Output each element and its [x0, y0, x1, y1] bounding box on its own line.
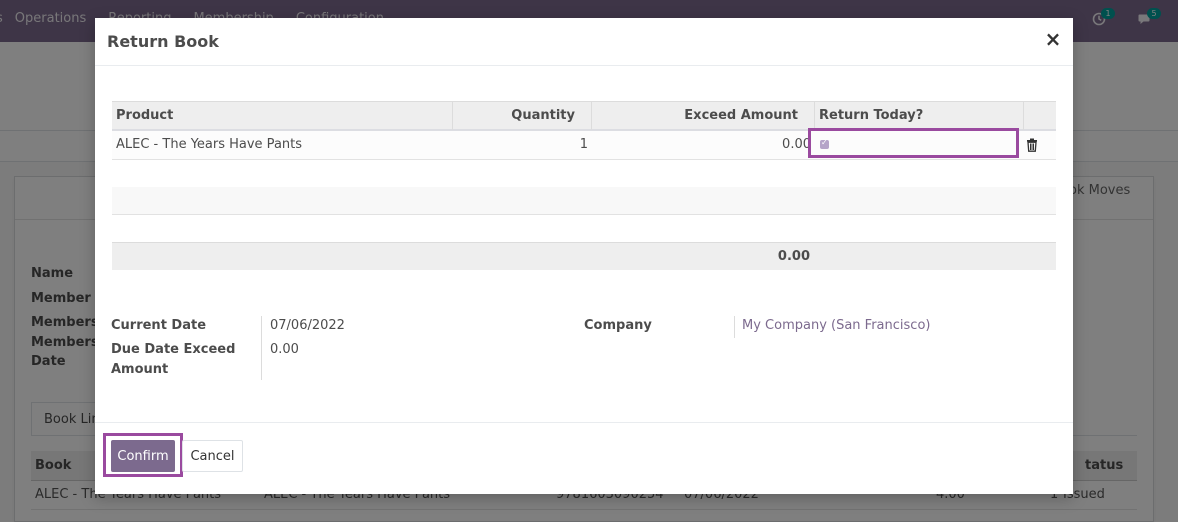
table-row[interactable]: ALEC - The Years Have Pants 1 0.00 ✓	[112, 128, 1056, 160]
confirm-button[interactable]: Confirm	[111, 440, 175, 472]
empty-row	[112, 187, 1056, 215]
lines-header: Product Quantity Exceed Amount Return To…	[112, 101, 1056, 131]
cell-quantity[interactable]: 1	[453, 131, 592, 159]
column-quantity[interactable]: Quantity	[453, 102, 592, 130]
column-actions	[1024, 102, 1056, 130]
column-product[interactable]: Product	[112, 102, 453, 130]
field-divider	[261, 316, 262, 380]
exceed-amount-total: 0.00	[777, 249, 810, 264]
return-today-highlight	[808, 128, 1019, 158]
company-label: Company	[584, 318, 652, 333]
due-exceed-label-line2: Amount	[111, 362, 169, 377]
current-date-label: Current Date	[111, 318, 207, 333]
due-exceed-label-line1: Due Date Exceed	[111, 342, 236, 357]
field-divider	[734, 316, 735, 338]
return-book-dialog: Return Book × Product Quantity Exceed Am…	[95, 18, 1073, 494]
modal-header: Return Book ×	[95, 18, 1073, 66]
current-date-value[interactable]: 07/06/2022	[270, 316, 345, 336]
trash-icon[interactable]	[1026, 138, 1038, 152]
modal-footer: Confirm Cancel	[95, 422, 1073, 494]
lines-total-row: 0.00	[112, 242, 1056, 270]
modal-title: Return Book	[107, 32, 219, 51]
column-return-today[interactable]: Return Today?	[815, 102, 1024, 130]
cell-exceed-amount[interactable]: 0.00	[592, 131, 815, 159]
company-link[interactable]: My Company (San Francisco)	[742, 316, 930, 336]
column-exceed-amount[interactable]: Exceed Amount	[592, 102, 815, 130]
close-icon[interactable]: ×	[1043, 28, 1063, 50]
due-exceed-value[interactable]: 0.00	[270, 340, 299, 360]
empty-row	[112, 214, 1056, 242]
empty-row	[112, 160, 1056, 188]
cancel-button[interactable]: Cancel	[182, 440, 243, 472]
cell-product[interactable]: ALEC - The Years Have Pants	[112, 131, 453, 159]
